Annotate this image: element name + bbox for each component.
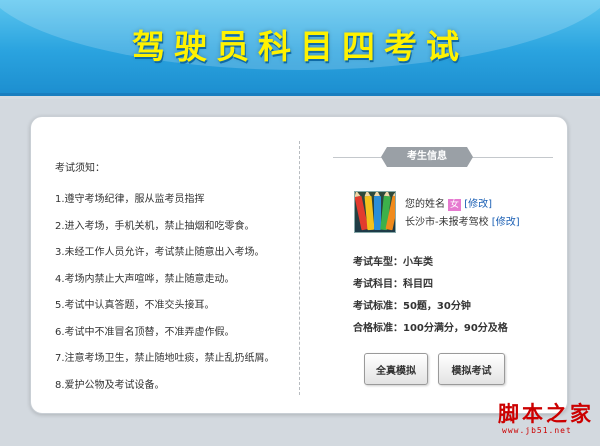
gender-badge: 女: [448, 199, 462, 211]
rule-item: 8.爱护公物及考试设备。: [55, 379, 165, 391]
rule-item: 6.考试中不准冒名顶替，不准弄虚作假。: [55, 326, 235, 338]
candidate-name: 您的姓名: [405, 199, 445, 210]
rule-item: 7.注意考场卫生，禁止随地吐痰，禁止乱扔纸屑。: [55, 353, 275, 364]
avatar: [354, 191, 396, 233]
column-divider: [299, 141, 300, 395]
header-banner: 驾驶员科目四考试: [0, 0, 600, 96]
page-title: 驾驶员科目四考试: [132, 27, 468, 66]
edit-school-link[interactable]: [修改]: [492, 217, 520, 228]
watermark-text: 脚本之家: [498, 401, 594, 426]
candidate-info-title: 考生信息: [381, 147, 473, 167]
rule-item: 5.考试中认真答题，不准交头接耳。: [55, 300, 215, 311]
edit-name-link[interactable]: [修改]: [464, 199, 492, 210]
detail-subject: 考试科目：科目四: [353, 279, 433, 290]
mock-exam-button[interactable]: 模拟考试: [438, 353, 505, 385]
detail-standard: 考试标准：50题，30分钟: [353, 301, 471, 312]
detail-pass-criteria: 合格标准：100分满分，90分及格: [353, 323, 508, 334]
detail-vehicle-type: 考试车型：小车类: [353, 257, 433, 268]
full-simulation-button[interactable]: 全真模拟: [364, 353, 428, 385]
candidate-school-row: 长沙市-未报考驾校 [修改]: [405, 213, 520, 228]
rule-item: 4.考场内禁止大声喧哗，禁止随意走动。: [55, 273, 235, 285]
candidate-name-row: 您的姓名女 [修改]: [405, 195, 492, 211]
exam-details: 考试车型：小车类 考试科目：科目四 考试标准：50题，30分钟 合格标准：100…: [353, 253, 508, 341]
rules-title: 考试须知：: [55, 163, 105, 174]
watermark-url: www.jb51.net: [502, 426, 572, 435]
rule-item: 2.进入考场，手机关机，禁止抽烟和吃零食。: [55, 220, 255, 232]
rule-item: 1.遵守考场纪律，服从监考员指挥: [55, 194, 205, 205]
rule-item: 3.未经工作人员允许，考试禁止随意出入考场。: [55, 247, 265, 258]
exam-card: 考试须知： 1.遵守考场纪律，服从监考员指挥 2.进入考场，手机关机，禁止抽烟和…: [30, 116, 568, 414]
site-watermark: 脚本之家 www.jb51.net: [468, 396, 598, 444]
candidate-school: 长沙市-未报考驾校: [405, 217, 489, 228]
exam-rules: 考试须知： 1.遵守考场纪律，服从监考员指挥 2.进入考场，手机关机，禁止抽烟和…: [55, 159, 305, 402]
